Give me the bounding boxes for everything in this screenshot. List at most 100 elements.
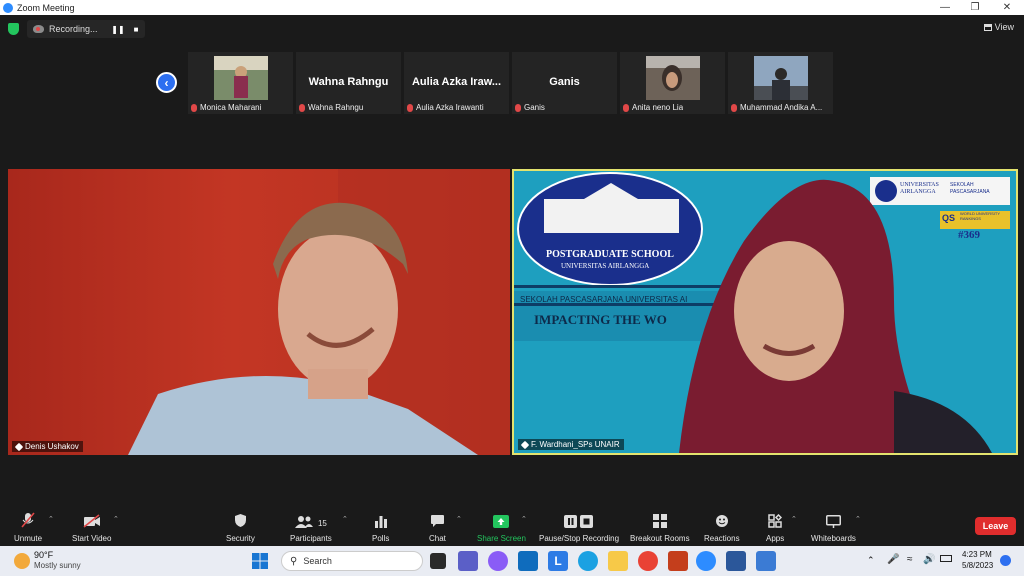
- participant-video-thumbnail: [754, 56, 808, 100]
- participant-tile[interactable]: Wahna Rahngu Wahna Rahngu: [296, 52, 401, 114]
- windows-start-icon[interactable]: [252, 553, 268, 569]
- pause-stop-recording-button[interactable]: Pause/Stop Recording: [539, 512, 619, 543]
- stop-recording-button[interactable]: ■: [129, 22, 143, 36]
- participant-display-name: Wahna Rahngu: [308, 76, 389, 88]
- participant-name: Anita neno Lia: [623, 103, 683, 112]
- show-hidden-icons-chevron[interactable]: ⌃: [867, 555, 875, 566]
- leave-button[interactable]: Leave: [975, 517, 1016, 535]
- word-icon[interactable]: [726, 551, 746, 571]
- windows-taskbar: 90°F Mostly sunny ⚲ Search L ⌃ 🎤 ≈ 🔊 4:2…: [0, 546, 1024, 576]
- weather-temp[interactable]: 90°F: [34, 550, 53, 560]
- breakout-rooms-icon: [652, 512, 667, 528]
- recording-indicator: Recording...: [27, 20, 145, 38]
- chrome-browser-icon[interactable]: [638, 551, 658, 571]
- reactions-button[interactable]: Reactions: [704, 512, 740, 543]
- copilot-icon[interactable]: [488, 551, 508, 571]
- notifications-badge-icon[interactable]: [1000, 555, 1011, 566]
- encryption-shield-icon[interactable]: [8, 23, 19, 35]
- participant-name: Ganis: [515, 103, 545, 112]
- muted-mic-icon: [191, 103, 197, 112]
- school-logo-text: SEKOLAH PASCASARJANA: [950, 182, 990, 195]
- chat-button[interactable]: Chat: [429, 512, 446, 543]
- view-label: View: [994, 22, 1014, 32]
- pin-icon: [14, 442, 24, 451]
- slide-banner-line2: UNIVERSITAS AIRLANGGA: [561, 262, 650, 270]
- mail-icon[interactable]: [518, 551, 538, 571]
- participant-tile[interactable]: Aulia Azka Iraw... Aulia Azka Irawanti: [404, 52, 509, 114]
- battery-icon[interactable]: [940, 555, 952, 562]
- meeting-topbar: [0, 15, 1024, 41]
- wifi-icon[interactable]: ≈: [907, 554, 913, 565]
- pin-icon: [520, 440, 530, 449]
- muted-mic-icon: [299, 103, 305, 112]
- clock-time[interactable]: 4:23 PM: [962, 550, 992, 559]
- minimize-button[interactable]: —: [931, 0, 959, 15]
- apps-button[interactable]: Apps: [766, 512, 784, 543]
- view-button[interactable]: View: [983, 22, 1014, 32]
- slide-headline: IMPACTING THE WO: [534, 312, 667, 327]
- pause-recording-button[interactable]: ❚❚: [111, 22, 125, 36]
- microphone-tray-icon[interactable]: 🎤: [887, 554, 899, 565]
- taskbar-search-box[interactable]: ⚲ Search: [281, 551, 423, 571]
- start-video-button[interactable]: Start Video: [72, 512, 111, 543]
- participant-tile[interactable]: Anita neno Lia: [620, 52, 725, 114]
- participant-tile[interactable]: Monica Maharani: [188, 52, 293, 114]
- participants-button[interactable]: 15 Participants: [290, 512, 332, 543]
- weather-desc[interactable]: Mostly sunny: [34, 561, 81, 570]
- participants-count: 15: [317, 519, 327, 528]
- audio-options-caret[interactable]: ⌃: [48, 515, 54, 523]
- search-placeholder: Search: [303, 556, 332, 566]
- pause-stop-icon: [564, 512, 594, 528]
- apps-options-caret[interactable]: ⌃: [791, 515, 797, 523]
- share-screen-button[interactable]: Share Screen: [477, 512, 526, 543]
- clock-date[interactable]: 5/8/2023: [962, 561, 993, 570]
- search-icon: ⚲: [290, 555, 298, 567]
- muted-mic-icon: [731, 103, 737, 112]
- chat-bubble-icon: [430, 512, 445, 528]
- share-screen-icon: [493, 512, 510, 528]
- participant-tile[interactable]: Muhammad Andika A...: [728, 52, 833, 114]
- speaker-icon[interactable]: 🔊: [923, 554, 935, 565]
- powerpoint-icon[interactable]: [668, 551, 688, 571]
- muted-mic-icon: [623, 103, 629, 112]
- teams-chat-icon[interactable]: [458, 551, 478, 571]
- participants-options-caret[interactable]: ⌃: [342, 515, 348, 523]
- share-options-caret[interactable]: ⌃: [521, 515, 527, 523]
- muted-microphone-icon: [21, 512, 35, 528]
- polls-button[interactable]: Polls: [372, 512, 389, 543]
- participant-name: Muhammad Andika A...: [731, 103, 822, 112]
- unmute-button[interactable]: Unmute: [14, 512, 42, 543]
- whiteboard-icon: [825, 512, 841, 528]
- video-name-label: F. Wardhani_SPs UNAIR: [518, 439, 624, 450]
- muted-mic-icon: [407, 103, 413, 112]
- edge-browser-icon[interactable]: [578, 551, 598, 571]
- file-explorer-icon[interactable]: [608, 551, 628, 571]
- learning-app-icon[interactable]: L: [548, 551, 568, 571]
- participant-video-thumbnail: [646, 56, 700, 100]
- chat-options-caret[interactable]: ⌃: [456, 515, 462, 523]
- video-tile-wardhani-active-speaker[interactable]: POSTGRADUATE SCHOOL UNIVERSITAS AIRLANGG…: [512, 169, 1018, 455]
- task-view-icon[interactable]: [430, 553, 446, 569]
- qs-rank: #369: [958, 229, 980, 241]
- video-options-caret[interactable]: ⌃: [113, 515, 119, 523]
- participant-display-name: Aulia Azka Iraw...: [411, 76, 502, 88]
- maximize-button[interactable]: ❐: [961, 0, 989, 15]
- participant-display-name: Ganis: [549, 76, 580, 88]
- media-app-icon[interactable]: [756, 551, 776, 571]
- previous-page-button[interactable]: ‹: [156, 72, 177, 93]
- breakout-rooms-button[interactable]: Breakout Rooms: [630, 512, 690, 543]
- qs-ranking-label: WORLD UNIVERSITY RANKINGS: [960, 211, 1000, 221]
- video-name-label: Denis Ushakov: [12, 441, 83, 452]
- zoom-taskbar-icon[interactable]: [696, 551, 716, 571]
- security-shield-icon: [234, 512, 247, 528]
- reactions-smiley-icon: [715, 512, 729, 528]
- security-button[interactable]: Security: [226, 512, 255, 543]
- qs-logo: QS: [942, 213, 956, 223]
- participant-name: Wahna Rahngu: [299, 103, 363, 112]
- zoom-app-icon: [3, 2, 13, 13]
- video-tile-denis[interactable]: Denis Ushakov: [8, 169, 510, 455]
- whiteboards-options-caret[interactable]: ⌃: [855, 515, 861, 523]
- whiteboards-button[interactable]: Whiteboards: [811, 512, 856, 543]
- participant-tile[interactable]: Ganis Ganis: [512, 52, 617, 114]
- close-window-button[interactable]: ✕: [993, 0, 1021, 15]
